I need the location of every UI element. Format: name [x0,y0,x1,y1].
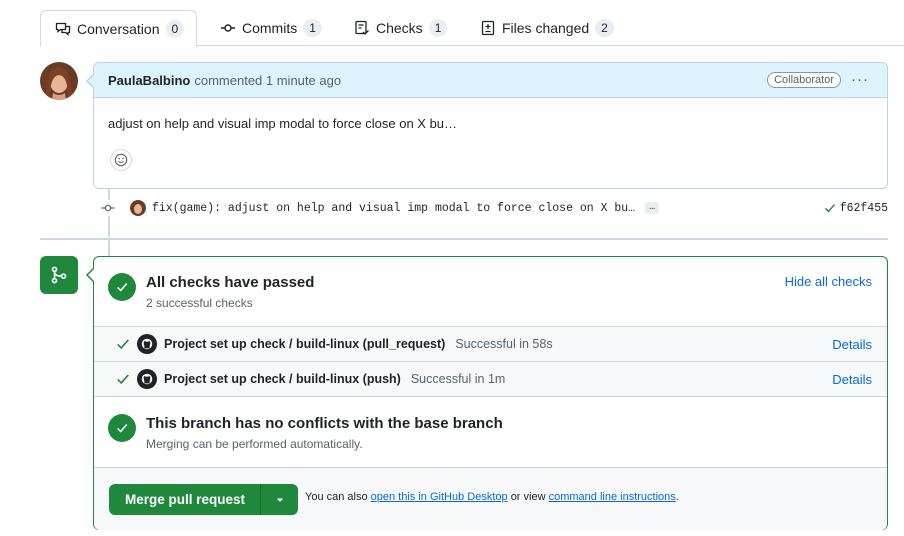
tab-checks[interactable]: Checks 1 [354,10,448,46]
merge-options-dropdown[interactable] [260,484,298,515]
check-name: Project set up check / build-linux (push… [164,372,505,386]
conflicts-title: This branch has no conflicts with the ba… [146,415,503,432]
merge-pull-request-button[interactable]: Merge pull request [109,484,298,515]
triangle-down-icon [276,498,283,502]
commit-author-avatar[interactable] [130,200,146,216]
check-item: Project set up check / build-linux (pull… [94,327,887,362]
checks-title: All checks have passed [146,274,315,291]
timeline-separator [40,238,888,240]
check-circle-icon [108,273,136,301]
pr-tabs: Conversation 0 Commits 1 Checks 1 Files … [40,10,904,47]
merge-button-label[interactable]: Merge pull request [109,492,260,507]
smiley-icon [114,153,128,167]
tab-count: 1 [303,19,322,37]
tab-count: 1 [428,19,448,37]
merge-actions: Merge pull request You can also open thi… [94,468,887,530]
or-view-text: or view [510,491,546,503]
github-mark-icon [137,334,157,354]
tab-label: Checks [376,20,423,36]
checks-summary: All checks have passed 2 successful chec… [94,257,887,327]
tab-label: Conversation [77,20,160,37]
add-reaction-button[interactable] [110,149,132,171]
comment-discussion-icon [55,22,71,36]
tab-count: 2 [595,19,614,37]
comment-card: PaulaBalbino commented 1 minute ago Coll… [86,62,888,189]
author-avatar[interactable] [40,62,78,100]
check-name-text: Project set up check / build-linux (pull… [164,337,446,351]
details-link[interactable]: Details [832,337,872,352]
tab-conversation[interactable]: Conversation 0 [40,10,198,47]
role-badge: Collaborator [767,72,841,88]
comment-author[interactable]: PaulaBalbino [108,73,190,88]
comment-timestamp: commented 1 minute ago [194,72,342,88]
check-status: Successful in 1m [410,372,506,386]
tab-files-changed[interactable]: Files changed 2 [480,10,614,46]
merge-box: All checks have passed 2 successful chec… [86,256,888,530]
open-in-desktop-link[interactable]: open this in GitHub Desktop [371,491,508,503]
git-commit-icon [100,200,116,216]
conflicts-section: This branch has no conflicts with the ba… [94,397,887,468]
github-mark-icon [137,369,157,389]
tab-label: Files changed [502,20,590,36]
hide-all-checks-link[interactable]: Hide all checks [785,274,872,289]
cli-instructions-link[interactable]: command line instructions [549,491,676,503]
checks-subtitle: 2 successful checks [146,296,253,310]
kebab-horizontal-icon[interactable]: ··· [851,71,869,88]
check-icon [117,374,129,385]
commit-sha[interactable]: f62f455 [824,202,888,215]
check-status: Successful in 58s [455,337,553,351]
also-prefix: You can also [305,491,368,503]
check-name: Project set up check / build-linux (pull… [164,337,553,351]
git-merge-icon [40,256,78,294]
check-icon [824,204,835,213]
merge-alternatives: You can also open this in GitHub Desktop… [305,491,679,503]
tab-label: Commits [242,20,298,36]
tab-commits[interactable]: Commits 1 [220,10,322,46]
conflicts-subtitle: Merging can be performed automatically. [146,437,363,451]
expand-commit-button[interactable]: … [645,202,660,214]
checklist-icon [355,20,369,35]
comment-header: PaulaBalbino commented 1 minute ago Coll… [94,63,887,98]
commit-row: fix(game): adjust on help and visual imp… [100,198,888,218]
details-link[interactable]: Details [832,372,872,387]
check-item: Project set up check / build-linux (push… [94,362,887,397]
git-commit-icon [221,24,235,32]
commit-sha-text: f62f455 [839,201,888,215]
commit-message[interactable]: fix(game): adjust on help and visual imp… [152,202,635,215]
comment-body: adjust on help and visual imp modal to f… [108,116,458,131]
check-circle-icon [108,414,136,442]
period-text: . [675,491,679,503]
tab-count: 0 [165,19,185,38]
check-name-text: Project set up check / build-linux (push… [164,372,401,386]
file-diff-icon [481,20,495,36]
check-icon [117,339,129,350]
